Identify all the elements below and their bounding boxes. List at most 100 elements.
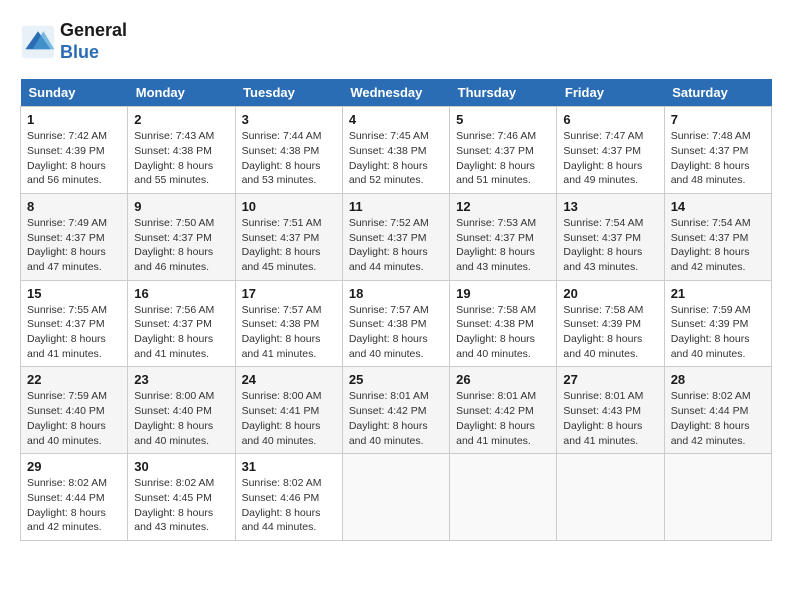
weekday-header-saturday: Saturday [664,79,771,107]
day-number: 23 [134,372,228,387]
week-row-4: 22 Sunrise: 7:59 AMSunset: 4:40 PMDaylig… [21,367,772,454]
day-cell: 25 Sunrise: 8:01 AMSunset: 4:42 PMDaylig… [342,367,449,454]
day-cell: 27 Sunrise: 8:01 AMSunset: 4:43 PMDaylig… [557,367,664,454]
logo: General Blue [20,20,127,63]
logo-text: General Blue [60,20,127,63]
day-cell [557,454,664,541]
day-info: Sunrise: 7:58 AMSunset: 4:38 PMDaylight:… [456,303,550,362]
day-number: 13 [563,199,657,214]
day-info: Sunrise: 7:43 AMSunset: 4:38 PMDaylight:… [134,129,228,188]
day-cell: 30 Sunrise: 8:02 AMSunset: 4:45 PMDaylig… [128,454,235,541]
day-cell: 3 Sunrise: 7:44 AMSunset: 4:38 PMDayligh… [235,107,342,194]
day-cell: 12 Sunrise: 7:53 AMSunset: 4:37 PMDaylig… [450,193,557,280]
weekday-header-sunday: Sunday [21,79,128,107]
day-number: 20 [563,286,657,301]
day-number: 30 [134,459,228,474]
day-cell: 14 Sunrise: 7:54 AMSunset: 4:37 PMDaylig… [664,193,771,280]
day-cell [342,454,449,541]
day-info: Sunrise: 8:02 AMSunset: 4:44 PMDaylight:… [27,476,121,535]
weekday-header-friday: Friday [557,79,664,107]
day-info: Sunrise: 7:47 AMSunset: 4:37 PMDaylight:… [563,129,657,188]
day-cell: 5 Sunrise: 7:46 AMSunset: 4:37 PMDayligh… [450,107,557,194]
day-cell: 10 Sunrise: 7:51 AMSunset: 4:37 PMDaylig… [235,193,342,280]
weekday-header-row: SundayMondayTuesdayWednesdayThursdayFrid… [21,79,772,107]
day-number: 4 [349,112,443,127]
day-info: Sunrise: 7:51 AMSunset: 4:37 PMDaylight:… [242,216,336,275]
day-number: 2 [134,112,228,127]
day-number: 26 [456,372,550,387]
day-info: Sunrise: 7:46 AMSunset: 4:37 PMDaylight:… [456,129,550,188]
day-number: 21 [671,286,765,301]
weekday-header-tuesday: Tuesday [235,79,342,107]
day-number: 28 [671,372,765,387]
weekday-header-thursday: Thursday [450,79,557,107]
day-info: Sunrise: 7:44 AMSunset: 4:38 PMDaylight:… [242,129,336,188]
day-number: 14 [671,199,765,214]
day-number: 24 [242,372,336,387]
day-cell: 15 Sunrise: 7:55 AMSunset: 4:37 PMDaylig… [21,280,128,367]
day-info: Sunrise: 7:42 AMSunset: 4:39 PMDaylight:… [27,129,121,188]
week-row-3: 15 Sunrise: 7:55 AMSunset: 4:37 PMDaylig… [21,280,772,367]
day-number: 19 [456,286,550,301]
day-cell: 21 Sunrise: 7:59 AMSunset: 4:39 PMDaylig… [664,280,771,367]
day-cell: 17 Sunrise: 7:57 AMSunset: 4:38 PMDaylig… [235,280,342,367]
day-number: 18 [349,286,443,301]
day-info: Sunrise: 7:48 AMSunset: 4:37 PMDaylight:… [671,129,765,188]
day-info: Sunrise: 7:45 AMSunset: 4:38 PMDaylight:… [349,129,443,188]
day-cell: 28 Sunrise: 8:02 AMSunset: 4:44 PMDaylig… [664,367,771,454]
day-cell: 13 Sunrise: 7:54 AMSunset: 4:37 PMDaylig… [557,193,664,280]
day-info: Sunrise: 7:53 AMSunset: 4:37 PMDaylight:… [456,216,550,275]
day-info: Sunrise: 7:59 AMSunset: 4:39 PMDaylight:… [671,303,765,362]
day-info: Sunrise: 8:00 AMSunset: 4:40 PMDaylight:… [134,389,228,448]
day-number: 1 [27,112,121,127]
day-number: 29 [27,459,121,474]
day-number: 7 [671,112,765,127]
day-cell: 7 Sunrise: 7:48 AMSunset: 4:37 PMDayligh… [664,107,771,194]
day-number: 31 [242,459,336,474]
day-cell: 11 Sunrise: 7:52 AMSunset: 4:37 PMDaylig… [342,193,449,280]
day-info: Sunrise: 7:54 AMSunset: 4:37 PMDaylight:… [563,216,657,275]
day-info: Sunrise: 8:02 AMSunset: 4:44 PMDaylight:… [671,389,765,448]
day-cell: 18 Sunrise: 7:57 AMSunset: 4:38 PMDaylig… [342,280,449,367]
day-info: Sunrise: 7:52 AMSunset: 4:37 PMDaylight:… [349,216,443,275]
day-number: 3 [242,112,336,127]
week-row-5: 29 Sunrise: 8:02 AMSunset: 4:44 PMDaylig… [21,454,772,541]
day-number: 6 [563,112,657,127]
day-info: Sunrise: 8:01 AMSunset: 4:43 PMDaylight:… [563,389,657,448]
day-info: Sunrise: 7:58 AMSunset: 4:39 PMDaylight:… [563,303,657,362]
day-cell: 20 Sunrise: 7:58 AMSunset: 4:39 PMDaylig… [557,280,664,367]
day-cell: 26 Sunrise: 8:01 AMSunset: 4:42 PMDaylig… [450,367,557,454]
day-info: Sunrise: 8:00 AMSunset: 4:41 PMDaylight:… [242,389,336,448]
day-number: 8 [27,199,121,214]
day-info: Sunrise: 8:01 AMSunset: 4:42 PMDaylight:… [349,389,443,448]
day-cell: 8 Sunrise: 7:49 AMSunset: 4:37 PMDayligh… [21,193,128,280]
day-number: 25 [349,372,443,387]
day-cell: 29 Sunrise: 8:02 AMSunset: 4:44 PMDaylig… [21,454,128,541]
day-info: Sunrise: 7:50 AMSunset: 4:37 PMDaylight:… [134,216,228,275]
weekday-header-monday: Monday [128,79,235,107]
day-number: 10 [242,199,336,214]
logo-icon [20,24,56,60]
page-header: General Blue [20,20,772,63]
day-cell: 16 Sunrise: 7:56 AMSunset: 4:37 PMDaylig… [128,280,235,367]
day-cell: 9 Sunrise: 7:50 AMSunset: 4:37 PMDayligh… [128,193,235,280]
day-info: Sunrise: 7:57 AMSunset: 4:38 PMDaylight:… [242,303,336,362]
day-cell: 2 Sunrise: 7:43 AMSunset: 4:38 PMDayligh… [128,107,235,194]
day-number: 11 [349,199,443,214]
week-row-2: 8 Sunrise: 7:49 AMSunset: 4:37 PMDayligh… [21,193,772,280]
day-number: 9 [134,199,228,214]
weekday-header-wednesday: Wednesday [342,79,449,107]
day-cell: 24 Sunrise: 8:00 AMSunset: 4:41 PMDaylig… [235,367,342,454]
day-info: Sunrise: 8:02 AMSunset: 4:46 PMDaylight:… [242,476,336,535]
day-cell: 31 Sunrise: 8:02 AMSunset: 4:46 PMDaylig… [235,454,342,541]
day-number: 15 [27,286,121,301]
calendar-table: SundayMondayTuesdayWednesdayThursdayFrid… [20,79,772,541]
day-cell: 23 Sunrise: 8:00 AMSunset: 4:40 PMDaylig… [128,367,235,454]
day-info: Sunrise: 7:57 AMSunset: 4:38 PMDaylight:… [349,303,443,362]
day-number: 22 [27,372,121,387]
day-cell [450,454,557,541]
day-info: Sunrise: 7:59 AMSunset: 4:40 PMDaylight:… [27,389,121,448]
day-cell: 1 Sunrise: 7:42 AMSunset: 4:39 PMDayligh… [21,107,128,194]
day-number: 27 [563,372,657,387]
day-number: 16 [134,286,228,301]
